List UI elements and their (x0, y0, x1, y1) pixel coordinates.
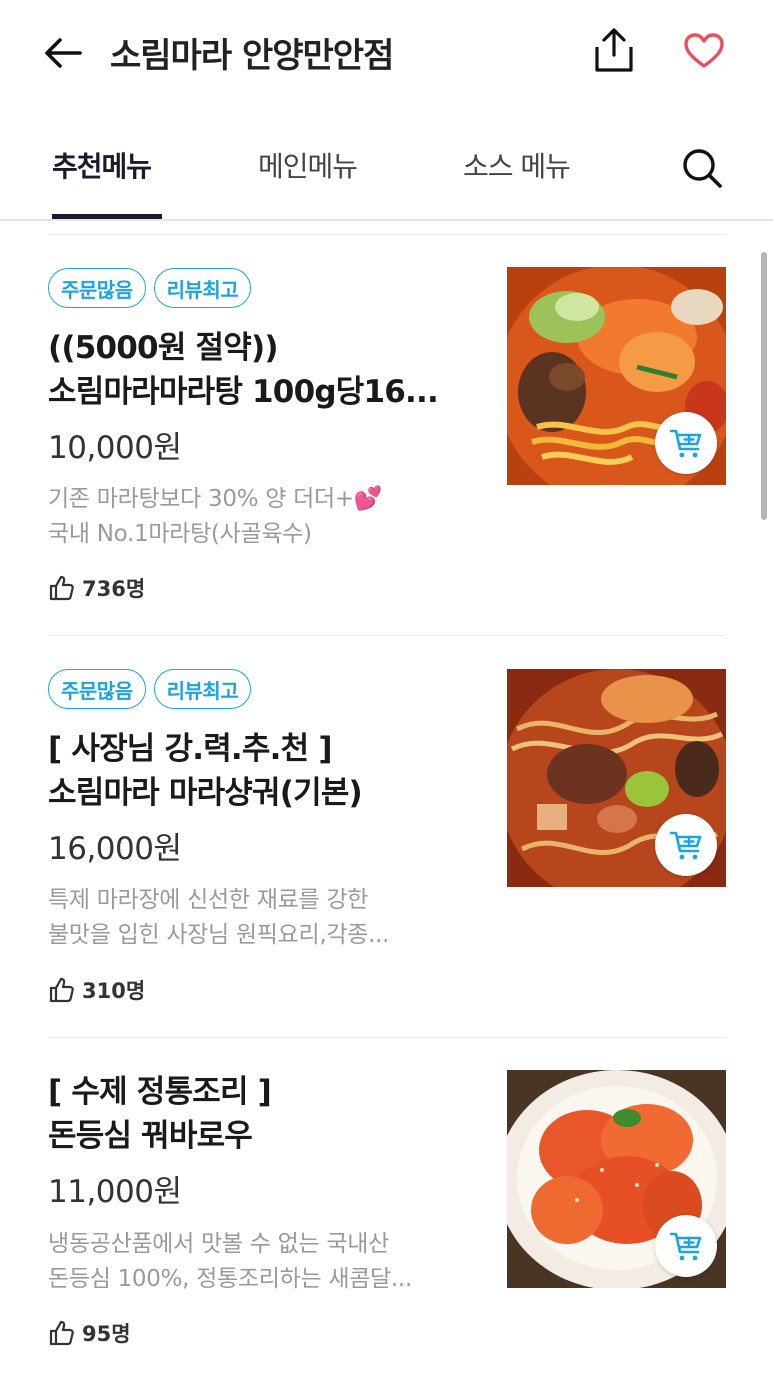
item-description: 기존 마라탕보다 30% 양 더더+💕 국내 No.1마라탕(사골육수) (48, 482, 448, 552)
badge-popular: 주문많음 (48, 669, 146, 709)
back-button[interactable] (40, 30, 86, 76)
badge-best-review: 리뷰최고 (153, 268, 252, 308)
thumbs-up-icon (49, 1320, 74, 1346)
item-description-line: 냉동공산품에서 맛볼 수 없는 국내산 (48, 1231, 389, 1257)
share-button[interactable] (588, 24, 640, 76)
store-title: 소림마라 안양만안점 (110, 36, 394, 76)
badge-best-review: 리뷰최고 (153, 669, 252, 709)
tab-recommended[interactable]: 추천메뉴 (52, 145, 152, 185)
badge-group: 주문많음 리뷰최고 (48, 268, 252, 308)
like-count-text: 736명 (82, 577, 146, 601)
tab-sauce-menu[interactable]: 소스 메뉴 (463, 145, 571, 185)
item-divider (48, 1037, 726, 1038)
item-description-line: 돈등심 100%, 정통조리하는 새콤달... (48, 1266, 412, 1292)
search-icon (683, 149, 722, 188)
item-name-line: [ 사장님 강.력.추.천 ] (48, 731, 332, 767)
app-header: 소림마라 안양만안점 (0, 0, 773, 100)
heart-icon (684, 33, 724, 68)
list-top-divider (48, 234, 726, 235)
item-name-line: 돈등심 꿔바로우 (48, 1118, 253, 1154)
item-divider (48, 635, 726, 636)
item-description-line: 불맛을 입힌 사장님 원픽요리,각종... (48, 922, 390, 948)
add-to-cart-button[interactable] (655, 412, 717, 474)
add-to-cart-button[interactable] (655, 1215, 717, 1277)
item-price: 16,000원 (48, 831, 182, 867)
menu-tabs: 추천메뉴 메인메뉴 소스 메뉴 (0, 125, 773, 221)
search-button[interactable] (676, 142, 728, 194)
item-description: 냉동공산품에서 맛볼 수 없는 국내산 돈등심 100%, 정통조리하는 새콤달… (48, 1227, 448, 1297)
like-count: 310명 (48, 975, 145, 1005)
add-cart-icon (669, 429, 702, 458)
item-name-line: 소림마라마라탕 100g당16... (48, 374, 439, 410)
like-count-text: 95명 (82, 1322, 131, 1346)
add-cart-icon (669, 831, 702, 860)
item-description: 특제 마라장에 신선한 재료를 강한 불맛을 입힌 사장님 원픽요리,각종... (48, 883, 448, 953)
item-price: 10,000원 (48, 430, 182, 466)
scrollbar[interactable] (761, 252, 767, 520)
like-count: 736명 (48, 573, 145, 603)
arrow-left-icon (45, 38, 82, 68)
add-cart-icon (669, 1232, 702, 1261)
active-tab-indicator (52, 214, 162, 219)
item-name-line: [ 수제 정통조리 ] (48, 1074, 272, 1110)
item-name: [ 수제 정통조리 ] 돈등심 꿔바로우 (48, 1070, 478, 1158)
item-price: 11,000원 (48, 1174, 182, 1210)
item-description-line: 특제 마라장에 신선한 재료를 강한 (48, 887, 369, 913)
item-name: [ 사장님 강.력.추.천 ] 소림마라 마라샹궈(기본) (48, 727, 478, 815)
item-name-line: 소림마라 마라샹궈(기본) (48, 775, 363, 811)
like-count: 95명 (48, 1318, 131, 1348)
item-description-line: 국내 No.1마라탕(사골육수) (48, 521, 312, 547)
food-image-guobaorou[interactable] (507, 1070, 726, 1288)
food-image-malaxiangguo[interactable] (507, 669, 726, 887)
item-name-line: ((5000원 절약)) (48, 330, 279, 366)
badge-group: 주문많음 리뷰최고 (48, 669, 252, 709)
tab-main-menu[interactable]: 메인메뉴 (258, 145, 358, 185)
thumbs-up-icon (49, 575, 74, 601)
item-description-line: 기존 마라탕보다 30% 양 더더+💕 (48, 486, 383, 512)
share-icon (595, 28, 633, 72)
food-image-malatang[interactable] (507, 267, 726, 485)
add-to-cart-button[interactable] (655, 814, 717, 876)
like-count-text: 310명 (82, 979, 146, 1003)
badge-popular: 주문많음 (48, 268, 146, 308)
item-name: ((5000원 절약)) 소림마라마라탕 100g당16... (48, 326, 478, 414)
thumbs-up-icon (49, 977, 74, 1003)
favorite-button[interactable] (678, 26, 730, 76)
